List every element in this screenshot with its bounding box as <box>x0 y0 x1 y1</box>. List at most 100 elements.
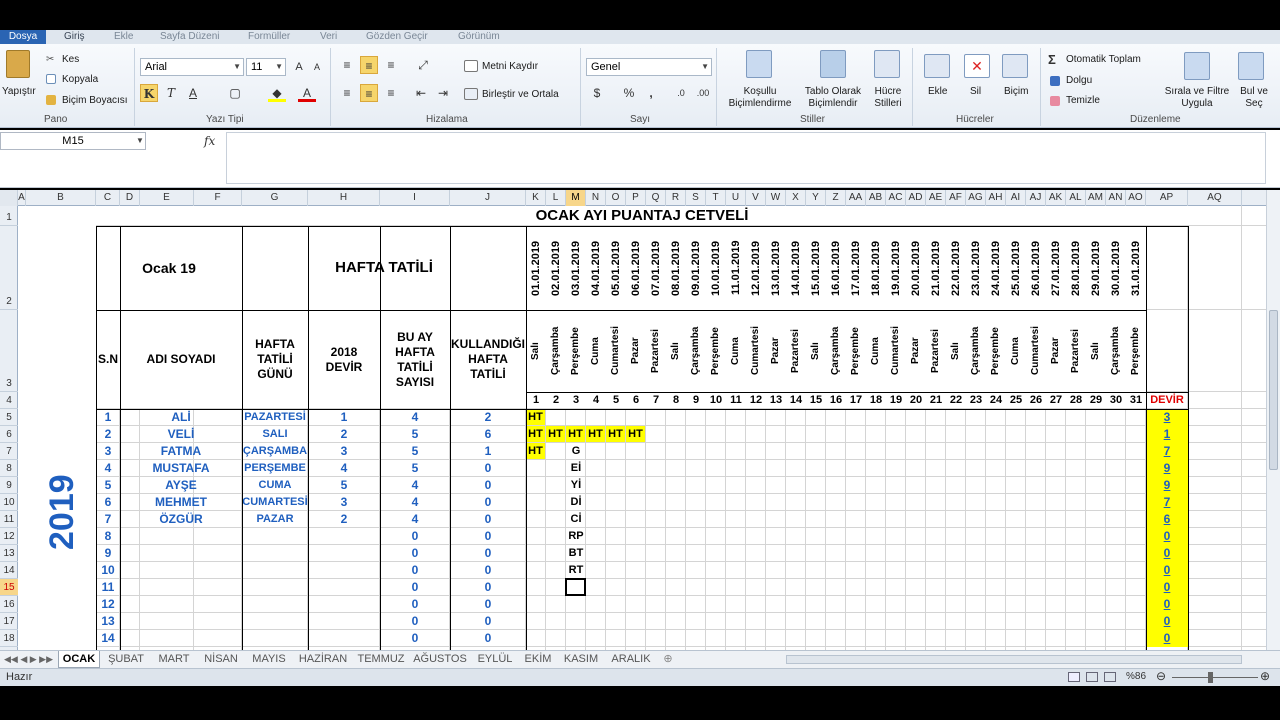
column-header[interactable]: AL <box>1066 190 1086 206</box>
employee-carry[interactable] <box>308 579 380 595</box>
page-break-view-icon[interactable] <box>1104 672 1116 682</box>
employee-holiday-count[interactable]: 5 <box>380 460 450 476</box>
tab-view[interactable]: Görünüm <box>458 30 500 44</box>
copy-button[interactable]: Kopyala <box>62 74 98 86</box>
sort-filter-button[interactable]: Sırala ve Filtre Uygula <box>1160 86 1234 110</box>
sheet-tab[interactable]: MAYIS <box>246 651 292 668</box>
employee-carry[interactable] <box>308 562 380 578</box>
employee-holiday-day[interactable]: PAZAR <box>242 511 308 527</box>
employee-devir[interactable]: 0 <box>1146 630 1188 647</box>
employee-sn[interactable]: 8 <box>96 528 120 544</box>
column-header[interactable]: G <box>242 190 308 206</box>
row-header[interactable]: 3 <box>0 310 18 392</box>
employee-holiday-count[interactable]: 0 <box>380 545 450 561</box>
employee-used[interactable]: 2 <box>450 409 526 425</box>
italic-button[interactable]: T <box>162 84 180 102</box>
code-cell[interactable]: Dİ <box>566 494 586 510</box>
code-cell[interactable]: Eİ <box>566 460 586 476</box>
employee-name[interactable]: ALİ <box>120 409 242 425</box>
tab-data[interactable]: Veri <box>320 30 337 44</box>
code-cell[interactable]: RP <box>566 528 586 544</box>
column-header[interactable]: AB <box>866 190 886 206</box>
employee-sn[interactable]: 10 <box>96 562 120 578</box>
employee-name[interactable]: MEHMET <box>120 494 242 510</box>
employee-carry[interactable]: 3 <box>308 494 380 510</box>
employee-sn[interactable]: 3 <box>96 443 120 459</box>
employee-devir[interactable]: 9 <box>1146 460 1188 477</box>
row-header[interactable]: 14 <box>0 562 18 579</box>
zoom-in-icon[interactable]: ⊕ <box>1260 669 1270 683</box>
autosum-button[interactable]: Otomatik Toplam <box>1066 54 1141 66</box>
employee-holiday-count[interactable]: 0 <box>380 613 450 629</box>
format-cells-icon[interactable] <box>1002 54 1028 78</box>
merge-center-button[interactable]: Birleştir ve Ortala <box>482 89 559 101</box>
format-table-icon[interactable] <box>820 50 846 78</box>
increase-indent-icon[interactable]: ⇥ <box>434 84 452 102</box>
copy-icon[interactable] <box>46 74 56 84</box>
column-header[interactable]: B <box>26 190 96 206</box>
code-cell[interactable]: Yİ <box>566 477 586 493</box>
wrap-text-icon[interactable] <box>464 60 478 72</box>
file-tab[interactable]: Dosya <box>0 30 46 44</box>
column-header[interactable]: K <box>526 190 546 206</box>
employee-devir[interactable]: 0 <box>1146 562 1188 579</box>
ht-mark[interactable]: HT <box>546 426 565 442</box>
employee-sn[interactable]: 2 <box>96 426 120 442</box>
orientation-icon[interactable]: ⤢ <box>414 56 432 74</box>
column-header[interactable]: Q <box>646 190 666 206</box>
employee-sn[interactable]: 14 <box>96 630 120 646</box>
currency-icon[interactable]: $ <box>588 84 606 102</box>
cell-styles-button[interactable]: Hücre Stilleri <box>866 86 910 110</box>
column-header[interactable]: AI <box>1006 190 1026 206</box>
employee-name[interactable] <box>120 596 242 612</box>
employee-carry[interactable] <box>308 528 380 544</box>
employee-sn[interactable]: 11 <box>96 579 120 595</box>
font-size-select[interactable]: 11 ▼ <box>246 58 286 76</box>
employee-sn[interactable]: 12 <box>96 596 120 612</box>
bold-button[interactable]: K <box>140 84 158 102</box>
page-layout-view-icon[interactable] <box>1086 672 1098 682</box>
code-cell[interactable]: Cİ <box>566 511 586 527</box>
employee-used[interactable]: 0 <box>450 460 526 476</box>
employee-holiday-count[interactable]: 0 <box>380 630 450 646</box>
align-left-icon[interactable]: ≡ <box>338 84 356 102</box>
employee-holiday-day[interactable] <box>242 545 308 561</box>
row-header[interactable]: 17 <box>0 613 18 630</box>
employee-holiday-count[interactable]: 4 <box>380 494 450 510</box>
sheet-tab[interactable]: TEMMUZ <box>354 651 408 668</box>
fill-icon[interactable] <box>1050 76 1060 86</box>
column-header[interactable]: AC <box>886 190 906 206</box>
increase-decimal-icon[interactable]: .0 <box>672 84 690 102</box>
employee-carry[interactable]: 5 <box>308 477 380 493</box>
employee-name[interactable] <box>120 579 242 595</box>
format-cells-button[interactable]: Biçim <box>1004 86 1028 98</box>
column-header[interactable]: D <box>120 190 140 206</box>
eraser-icon[interactable] <box>1050 96 1060 106</box>
employee-carry[interactable]: 3 <box>308 443 380 459</box>
column-header[interactable]: AP <box>1146 190 1188 206</box>
employee-used[interactable]: 0 <box>450 562 526 578</box>
employee-holiday-day[interactable]: PERŞEMBE <box>242 460 308 476</box>
sheet-tab[interactable]: KASIM <box>558 651 604 668</box>
column-header[interactable]: C <box>96 190 120 206</box>
employee-sn[interactable]: 13 <box>96 613 120 629</box>
employee-used[interactable]: 0 <box>450 511 526 527</box>
font-color-icon[interactable]: A <box>298 84 316 102</box>
column-header[interactable]: AJ <box>1026 190 1046 206</box>
employee-holiday-day[interactable] <box>242 596 308 612</box>
tab-page-layout[interactable]: Sayfa Düzeni <box>160 30 219 44</box>
employee-name[interactable] <box>120 545 242 561</box>
column-header[interactable]: AG <box>966 190 986 206</box>
employee-devir[interactable]: 7 <box>1146 494 1188 511</box>
column-header[interactable]: AE <box>926 190 946 206</box>
align-right-icon[interactable]: ≡ <box>382 84 400 102</box>
sheet-tab[interactable]: ŞUBAT <box>100 651 152 668</box>
employee-holiday-count[interactable]: 4 <box>380 477 450 493</box>
employee-name[interactable] <box>120 630 242 646</box>
sheet-tab[interactable]: MART <box>152 651 196 668</box>
employee-holiday-day[interactable] <box>242 528 308 544</box>
column-header[interactable]: AF <box>946 190 966 206</box>
employee-used[interactable]: 0 <box>450 613 526 629</box>
column-header[interactable]: X <box>786 190 806 206</box>
tab-home[interactable]: Giriş <box>64 30 85 44</box>
